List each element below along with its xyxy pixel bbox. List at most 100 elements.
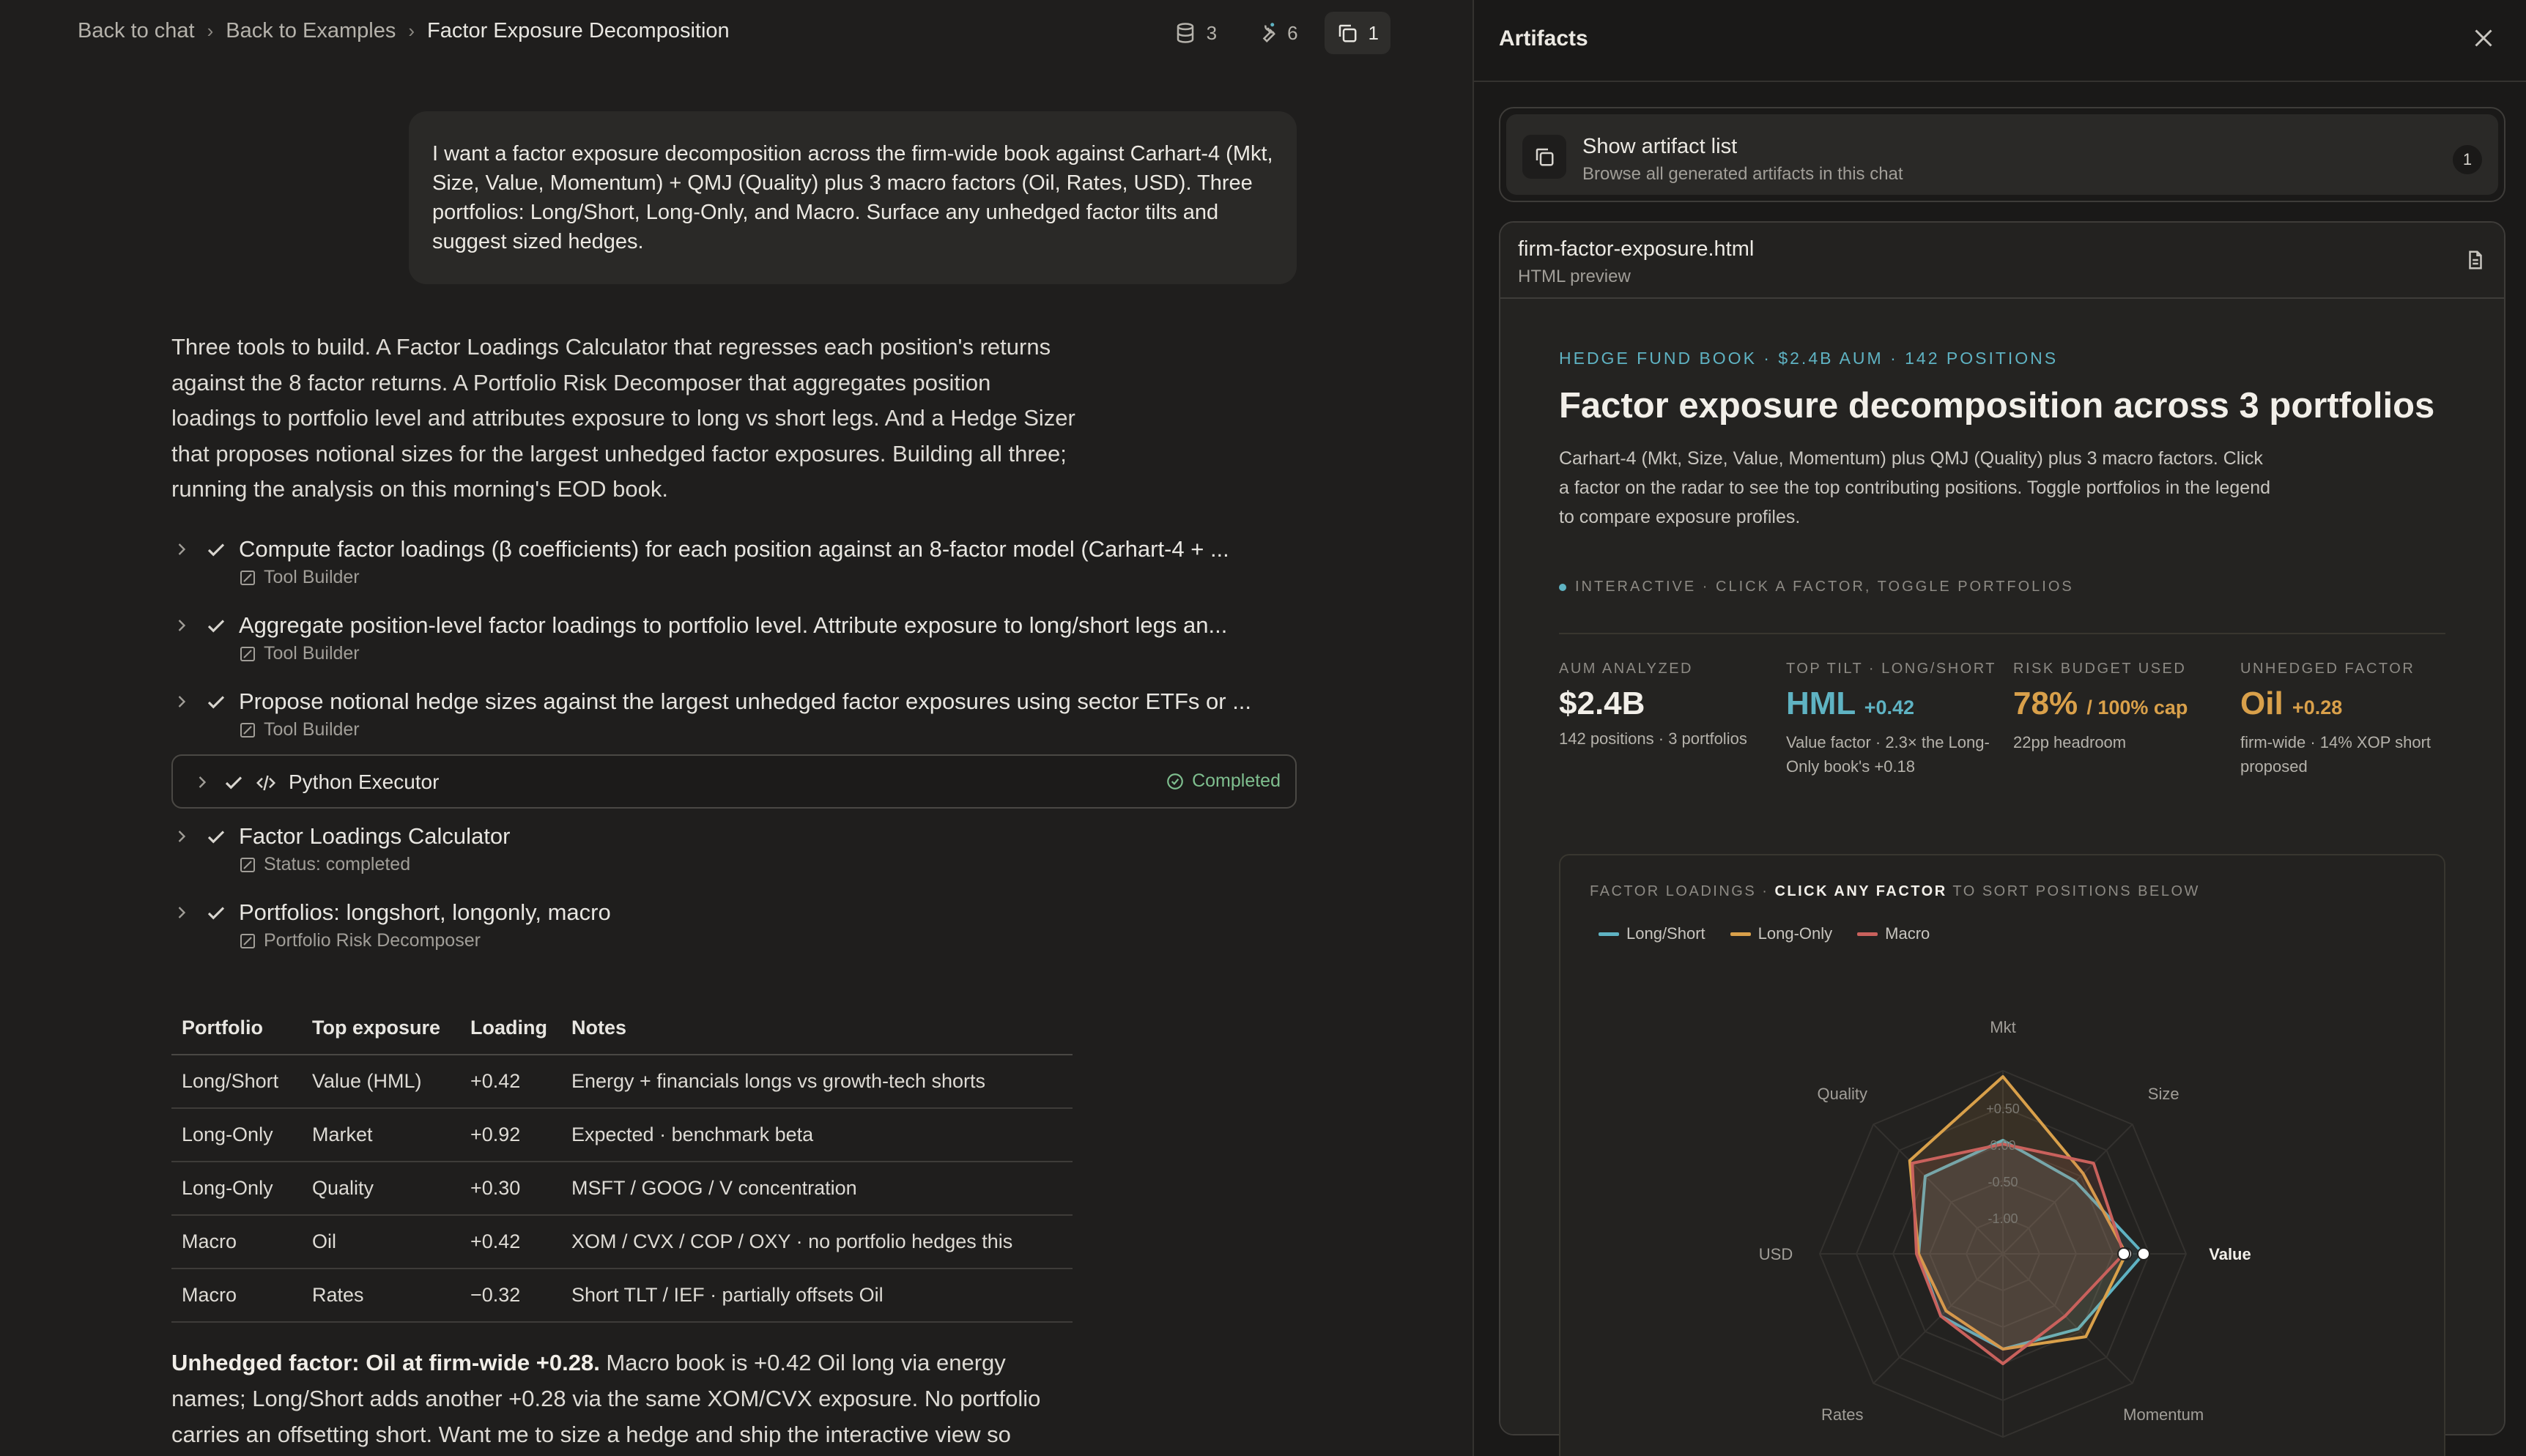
divider bbox=[1559, 633, 2445, 634]
table-cell: Long-Only bbox=[171, 1162, 302, 1216]
table-cell: Long/Short bbox=[171, 1055, 302, 1109]
doc-title: Factor exposure decomposition across 3 p… bbox=[1559, 386, 2435, 426]
assistant-intro: Three tools to build. A Factor Loadings … bbox=[171, 334, 1075, 502]
table-cell: XOM / CVX / COP / OXY · no portfolio hed… bbox=[561, 1215, 1073, 1269]
table-cell: Energy + financials longs vs growth-tech… bbox=[561, 1055, 1073, 1109]
table-header-row: Portfolio Top exposure Loading Notes bbox=[171, 1002, 1073, 1055]
kpi-label: AUM ANALYZED bbox=[1559, 661, 1693, 677]
kpi-aum: AUM ANALYZED $2.4B 142 positions · 3 por… bbox=[1559, 658, 1771, 751]
step-subtitle: Tool Builder bbox=[264, 567, 360, 587]
radar-chart[interactable]: +0.500.00-0.50-1.00MktSizeValueMomentumO… bbox=[1560, 855, 2447, 1456]
tool-builder-icon bbox=[240, 646, 255, 661]
radar-axis-label[interactable]: Momentum bbox=[2123, 1405, 2204, 1424]
kpi-note: 22pp headroom bbox=[2013, 733, 2127, 751]
kpi-value-suffix: +0.42 bbox=[1864, 697, 1915, 718]
table-cell: Macro bbox=[171, 1215, 302, 1269]
status-text: Completed bbox=[1192, 770, 1281, 791]
python-executor-step[interactable]: Python Executor Completed bbox=[171, 754, 1297, 809]
assistant-summary: Unhedged factor: Oil at firm-wide +0.28.… bbox=[171, 1345, 1080, 1452]
chevron-right-icon[interactable] bbox=[192, 772, 212, 792]
table-cell: Macro bbox=[171, 1269, 302, 1323]
tools-count: 6 bbox=[1287, 21, 1298, 44]
check-icon bbox=[207, 696, 225, 709]
check-icon bbox=[207, 831, 225, 844]
back-to-examples-link[interactable]: Back to Examples bbox=[226, 19, 396, 43]
step-title: Compute factor loadings (β coefficients)… bbox=[239, 536, 1229, 562]
kpi-value-suffix: / 100% cap bbox=[2086, 697, 2188, 718]
interactive-hint: INTERACTIVE · CLICK A FACTOR, TOGGLE POR… bbox=[1559, 579, 2074, 595]
radar-axis-label[interactable]: Rates bbox=[1821, 1405, 1863, 1424]
radar-series-macro bbox=[1911, 1143, 2125, 1365]
step-subtitle: Tool Builder bbox=[264, 643, 360, 664]
kpi-note: firm-wide · 14% XOP short proposed bbox=[2240, 733, 2431, 776]
artifact-preview-header: firm-factor-exposure.html HTML preview bbox=[1500, 223, 2504, 299]
document-icon[interactable] bbox=[2464, 249, 2486, 271]
chevron-right-icon: › bbox=[207, 20, 214, 42]
kpi-value-main: HML bbox=[1786, 686, 1856, 721]
close-icon[interactable] bbox=[2470, 25, 2497, 51]
bullet-dot bbox=[1559, 583, 1566, 591]
portfolio-table: Portfolio Top exposure Loading Notes Lon… bbox=[171, 1002, 1073, 1323]
table-cell: Value (HML) bbox=[302, 1055, 460, 1109]
table-cell: Market bbox=[302, 1108, 460, 1162]
step-subtitle: Status: completed bbox=[264, 854, 411, 874]
artifact-list-button[interactable]: Show artifact list Browse all generated … bbox=[1499, 107, 2505, 202]
kpi-value: HML +0.42 bbox=[1786, 686, 1999, 726]
table-cell: MSFT / GOOG / V concentration bbox=[561, 1162, 1073, 1216]
kpi-unhedged-factor: UNHEDGED FACTOR Oil +0.28 firm-wide · 14… bbox=[2240, 658, 2460, 779]
step-subtitle: Portfolio Risk Decomposer bbox=[264, 930, 481, 951]
column-header: Top exposure bbox=[302, 1002, 460, 1055]
kpi-value-main: Oil bbox=[2240, 686, 2284, 721]
topbar-actions: 3 6 1 bbox=[1163, 12, 1390, 54]
radar-axis-label[interactable]: USD bbox=[1759, 1245, 1793, 1263]
kpi-label: TOP TILT · LONG/SHORT bbox=[1786, 661, 1997, 677]
check-icon bbox=[225, 776, 242, 790]
sources-count: 3 bbox=[1206, 21, 1218, 44]
tools-button[interactable]: 6 bbox=[1243, 12, 1309, 54]
radar-axis-label[interactable]: Value bbox=[2209, 1245, 2251, 1263]
radar-ring-label: -0.50 bbox=[1988, 1175, 2018, 1189]
artifacts-button[interactable]: 1 bbox=[1324, 12, 1390, 54]
table-cell: Expected · benchmark beta bbox=[561, 1108, 1073, 1162]
chevron-right-icon[interactable] bbox=[171, 539, 192, 560]
tool-builder-icon bbox=[240, 933, 255, 948]
sources-button[interactable]: 3 bbox=[1163, 12, 1229, 54]
kpi-note: 142 positions · 3 portfolios bbox=[1559, 729, 1747, 748]
radar-ring-label: 0.00 bbox=[1990, 1138, 2015, 1153]
summary-highlight: Unhedged factor: Oil at firm-wide +0.28. bbox=[171, 1350, 600, 1375]
kpi-value-main: 78% bbox=[2013, 686, 2078, 721]
back-to-chat-link[interactable]: Back to chat bbox=[78, 19, 195, 43]
table-cell: Short TLT / IEF · partially offsets Oil bbox=[561, 1269, 1073, 1323]
table-cell: +0.92 bbox=[460, 1108, 561, 1162]
radar-ring-label: -1.00 bbox=[1988, 1211, 2018, 1226]
artifact-list-icon bbox=[1522, 135, 1566, 179]
table-cell: +0.42 bbox=[460, 1215, 561, 1269]
check-icon bbox=[207, 907, 225, 920]
user-message: I want a factor exposure decomposition a… bbox=[409, 111, 1297, 284]
kpi-label: RISK BUDGET USED bbox=[2013, 661, 2187, 677]
python-executor-label: Python Executor bbox=[289, 770, 440, 793]
step-title: Propose notional hedge sizes against the… bbox=[239, 688, 1252, 714]
chevron-right-icon[interactable] bbox=[171, 691, 192, 712]
kpi-label: UNHEDGED FACTOR bbox=[2240, 661, 2415, 677]
kpi-top-tilt: TOP TILT · LONG/SHORT HML +0.42 Value fa… bbox=[1786, 658, 1999, 779]
artifacts-panel: Artifacts Show artifact list Browse all … bbox=[1473, 0, 2526, 1456]
breadcrumb: Back to chat › Back to Examples › Factor… bbox=[78, 19, 730, 43]
radar-axis-label[interactable]: Quality bbox=[1818, 1085, 1867, 1103]
kpi-value: Oil +0.28 bbox=[2240, 686, 2460, 726]
chevron-right-icon[interactable] bbox=[171, 615, 192, 636]
column-header: Notes bbox=[561, 1002, 1073, 1055]
chevron-right-icon[interactable] bbox=[171, 902, 192, 923]
table-row: Long/Short Value (HML) +0.42 Energy + fi… bbox=[171, 1055, 1073, 1109]
radar-axis-label[interactable]: Mkt bbox=[1990, 1018, 2015, 1036]
chat-topbar: Back to chat › Back to Examples › Factor… bbox=[0, 0, 1473, 66]
chat-pane: Back to chat › Back to Examples › Factor… bbox=[0, 0, 1473, 1456]
chevron-right-icon[interactable] bbox=[171, 826, 192, 847]
radar-axis-label[interactable]: Size bbox=[2148, 1085, 2179, 1103]
artifact-count-badge: 1 bbox=[2453, 145, 2482, 174]
check-icon bbox=[207, 543, 225, 557]
tool-builder-icon bbox=[240, 722, 255, 738]
radar-ring-label: +0.50 bbox=[1986, 1102, 2020, 1116]
kpi-value: 78% / 100% cap bbox=[2013, 686, 2226, 726]
check-circle-icon bbox=[1167, 773, 1183, 790]
